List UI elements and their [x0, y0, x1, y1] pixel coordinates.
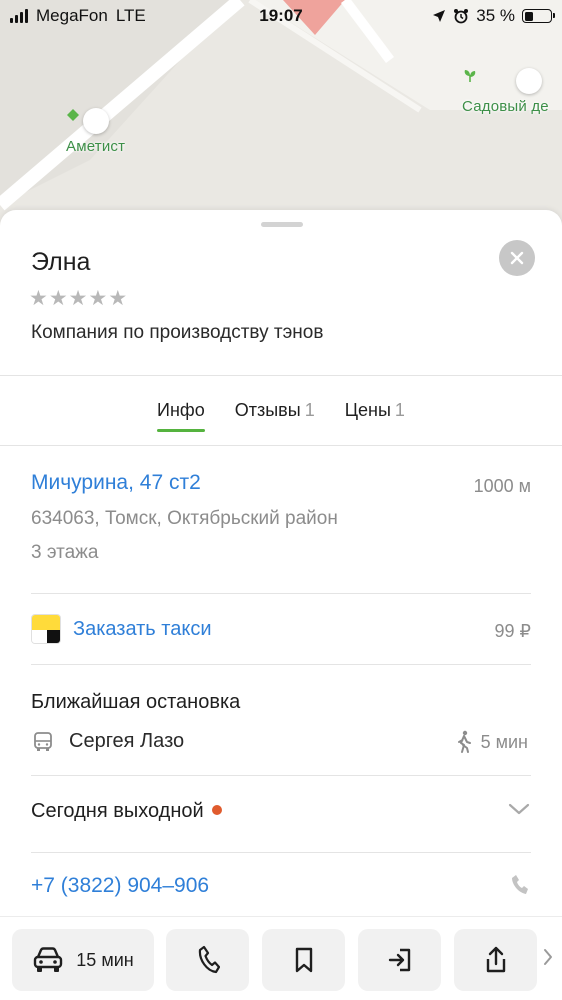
bus-icon: [34, 732, 52, 751]
tab-count: 1: [304, 400, 315, 420]
hours-status: Сегодня выходной: [31, 800, 204, 822]
hours-row[interactable]: Сегодня выходной: [31, 800, 222, 823]
status-bar: MegaFon LTE 19:07 35 %: [0, 0, 562, 32]
address-floors: 3 этажа: [31, 542, 99, 563]
phone-icon[interactable]: [509, 873, 529, 897]
route-time: 15 мин: [76, 949, 134, 970]
star-icon: ★: [68, 287, 88, 310]
exit-icon: [388, 948, 410, 972]
route-button[interactable]: 15 мин: [12, 929, 154, 991]
phone-icon: [198, 945, 220, 974]
taxi-price: 99 ₽: [494, 621, 531, 641]
poi-label: Аметист: [66, 138, 126, 155]
stop-name[interactable]: Сергея Лазо: [69, 730, 184, 753]
divider: [31, 664, 531, 665]
tab-count: 1: [394, 400, 405, 420]
action-bar: 15 мин: [0, 916, 562, 1000]
nearest-stop-title: Ближайшая остановка: [31, 691, 241, 713]
alarm-icon: [454, 9, 469, 24]
battery-icon: [522, 9, 555, 23]
tab-info[interactable]: Инфо: [157, 376, 205, 444]
tab-label: Инфо: [157, 400, 205, 420]
star-icon: ★: [108, 287, 128, 310]
star-icon: ★: [48, 287, 68, 310]
location-arrow-icon: [433, 10, 446, 22]
tab-label: Цены: [344, 400, 391, 420]
bookmark-icon: [295, 947, 312, 973]
address-link[interactable]: Мичурина, 47 ст2: [31, 471, 201, 495]
place-card: Элна ★ ★ ★ ★ ★ Компания по производству …: [0, 210, 562, 1000]
divider: [31, 593, 531, 594]
leaf-pin-icon: [464, 68, 542, 94]
battery-level: [524, 11, 534, 21]
battery-percent: 35 %: [476, 6, 515, 25]
place-title: Элна: [31, 248, 91, 276]
share-button[interactable]: [454, 929, 537, 991]
map-view[interactable]: Аметист Садовый де: [0, 0, 562, 240]
address-city: 634063, Томск, Октябрьский район: [31, 508, 338, 529]
rating-stars[interactable]: ★ ★ ★ ★ ★: [29, 288, 127, 310]
walk-time: 5 мин: [455, 730, 528, 754]
tab-prices[interactable]: Цены 1: [345, 376, 405, 444]
poi-sadovy[interactable]: Садовый де: [462, 68, 549, 115]
poi-ametist[interactable]: Аметист: [66, 108, 125, 155]
divider: [0, 445, 562, 446]
car-icon: [34, 947, 63, 972]
star-icon: ★: [29, 287, 48, 310]
tab-bar: Инфо Отзывы 1 Цены 1: [0, 376, 562, 444]
taxi-icon: [31, 614, 61, 644]
closed-dot: [211, 804, 222, 815]
tab-reviews[interactable]: Отзывы 1: [235, 376, 315, 444]
tab-label: Отзывы: [234, 400, 301, 420]
chevron-right-icon[interactable]: [542, 947, 554, 967]
place-category: Компания по производству тэнов: [31, 322, 324, 343]
order-taxi-link[interactable]: Заказать такси: [73, 618, 212, 641]
chevron-down-icon[interactable]: [508, 802, 530, 816]
entrance-button[interactable]: [358, 929, 441, 991]
walk-time-label: 5 мин: [480, 731, 528, 752]
bookmark-button[interactable]: [262, 929, 345, 991]
divider: [31, 852, 531, 853]
close-button[interactable]: [499, 240, 535, 276]
poi-label: Садовый де: [462, 98, 549, 115]
walking-person-icon: [457, 730, 471, 753]
diamond-pin-icon: [67, 108, 109, 134]
drag-handle[interactable]: [261, 222, 303, 227]
divider: [31, 775, 531, 776]
star-icon: ★: [88, 287, 108, 310]
phone-link[interactable]: +7 (3822) 904–906: [31, 874, 209, 898]
call-button[interactable]: [166, 929, 249, 991]
share-icon: [486, 946, 505, 973]
distance-value: 1000 м: [473, 476, 531, 496]
close-icon: [510, 251, 524, 265]
